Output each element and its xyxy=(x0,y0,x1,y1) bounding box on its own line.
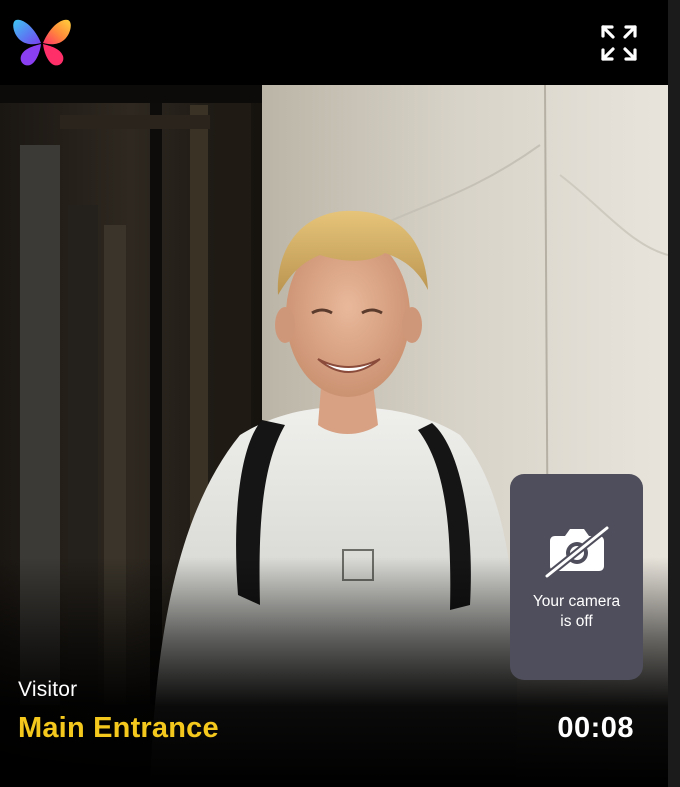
side-edge xyxy=(668,0,680,787)
intercom-call-screen: Your camera is off Visitor Main Entrance… xyxy=(0,0,680,787)
fullscreen-expand-icon xyxy=(601,25,637,61)
camera-off-label: Your camera is off xyxy=(532,593,621,630)
butterfly-logo-icon xyxy=(13,19,71,66)
caller-role-label: Visitor xyxy=(18,678,78,701)
self-view-tile[interactable]: Your camera is off xyxy=(510,474,643,680)
fullscreen-button[interactable] xyxy=(600,24,638,62)
call-timer: 00:08 xyxy=(557,712,634,744)
location-name: Main Entrance xyxy=(18,712,219,744)
top-bar xyxy=(0,0,668,85)
camera-off-icon xyxy=(543,524,611,578)
